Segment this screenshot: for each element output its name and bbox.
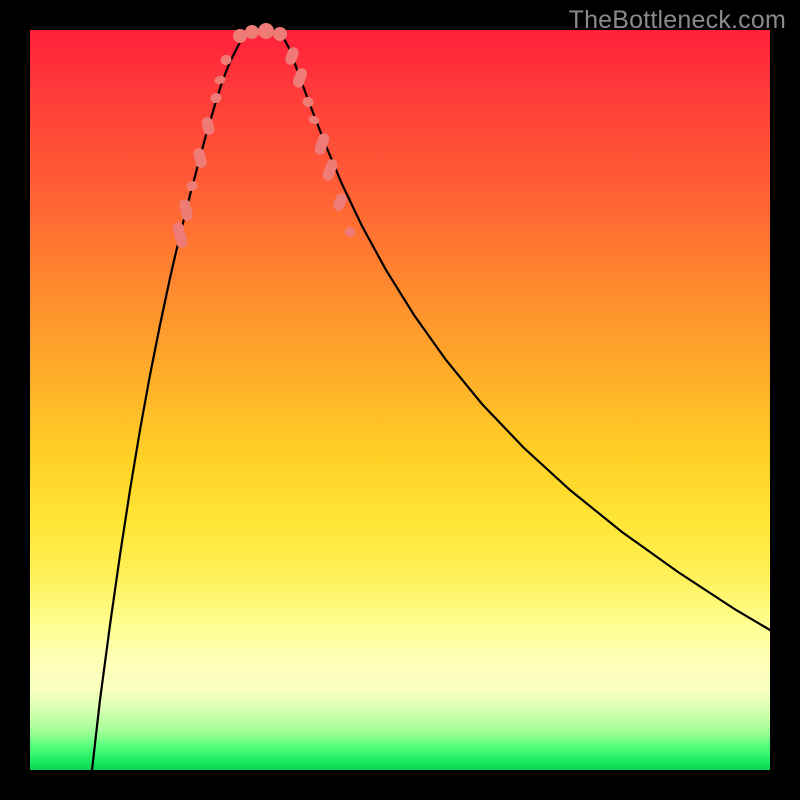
data-marker — [200, 116, 215, 136]
data-marker — [273, 27, 287, 41]
data-marker — [172, 221, 189, 249]
data-marker — [245, 25, 259, 39]
curve-left-arm — [92, 35, 244, 770]
data-marker — [258, 23, 274, 39]
plot-area — [30, 30, 770, 770]
data-marker — [233, 29, 247, 43]
data-marker — [219, 54, 232, 66]
data-marker — [209, 92, 222, 104]
marker-group — [172, 23, 357, 249]
data-marker — [192, 147, 208, 169]
data-marker — [332, 192, 348, 213]
data-marker — [291, 67, 308, 90]
data-marker — [301, 95, 315, 108]
curve-layer — [30, 30, 770, 770]
data-marker — [343, 225, 357, 238]
data-marker — [185, 180, 198, 192]
data-marker — [178, 198, 194, 222]
data-marker — [284, 46, 300, 67]
curve-right-arm — [282, 35, 770, 630]
outer-frame: TheBottleneck.com — [0, 0, 800, 800]
